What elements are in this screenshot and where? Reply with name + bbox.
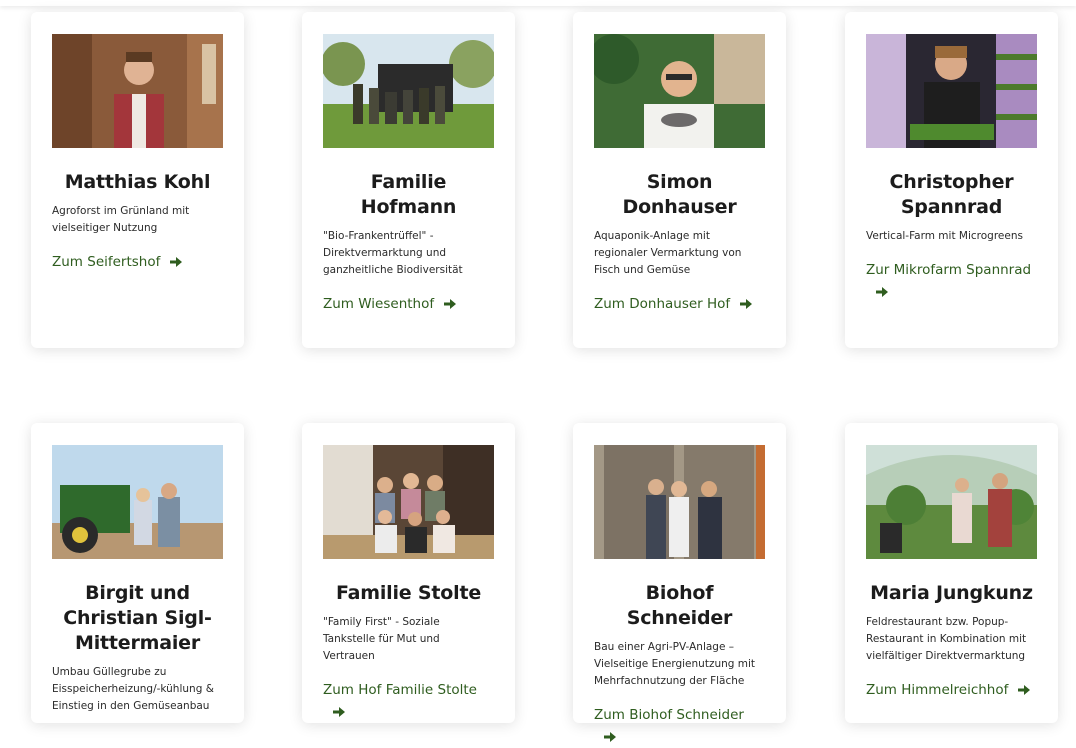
farm-link[interactable]: Zum Himmelreichhof (866, 682, 1031, 698)
farm-card-sigl-mittermaier: Birgit und Christian Sigl-Mittermaier Um… (31, 423, 244, 723)
photo-family-with-tractor (323, 34, 494, 148)
farmer-name: Birgit und Christian Sigl-Mittermaier (63, 582, 212, 654)
photo-man-in-barn (52, 34, 223, 148)
photo-greenhouse-family (866, 445, 1037, 559)
farmer-name: Christopher Spannrad (889, 171, 1014, 218)
arrow-right-icon (1018, 685, 1031, 695)
farm-card-christopher-spannrad: Christopher Spannrad Vertical-Farm mit M… (845, 12, 1058, 348)
farm-photo (323, 445, 494, 559)
farmer-name: Biohof Schneider (626, 582, 733, 629)
farm-link[interactable]: Zum Hof Familie Stolte (323, 682, 477, 720)
arrow-right-icon (604, 732, 616, 742)
photo-couple-with-tractor (52, 445, 223, 559)
photo-vertical-farm (866, 34, 1037, 148)
farm-photo (323, 34, 494, 148)
farm-card-familie-stolte: Familie Stolte "Family First" - Soziale … (302, 423, 515, 723)
farm-card-familie-hofmann: Familie Hofmann "Bio-Frankentrüffel" - D… (302, 12, 515, 348)
farm-link[interactable]: Zum Biohof Schneider (594, 707, 744, 745)
farm-description: Umbau Güllegrube zu Eisspeicherheizung/-… (52, 666, 214, 712)
farm-description: Bau einer Agri-PV-Anlage – Vielseitige E… (594, 641, 756, 687)
farm-description: Feldrestaurant bzw. Popup-Restaurant in … (866, 616, 1027, 662)
farmer-name: Familie Hofmann (360, 171, 457, 218)
farmer-name: Matthias Kohl (64, 171, 211, 193)
farm-photo (866, 445, 1037, 559)
farm-card-maria-jungkunz: Maria Jungkunz Feldrestaurant bzw. Popup… (845, 423, 1058, 723)
photo-family-at-barn-door (594, 445, 765, 559)
arrow-right-icon (876, 287, 888, 297)
farm-card-grid: Matthias Kohl Agroforst im Grünland mit … (0, 0, 1076, 742)
farm-link[interactable]: Zum Wiesenthof (323, 296, 457, 312)
farm-photo (594, 34, 765, 148)
farm-photo (866, 34, 1037, 148)
farm-link[interactable]: Zum Donhauser Hof (594, 296, 753, 312)
farm-description: Vertical-Farm mit Microgreens (866, 230, 1023, 242)
photo-man-holding-fish (594, 34, 765, 148)
farmer-name: Simon Donhauser (622, 171, 737, 218)
arrow-right-icon (740, 299, 753, 309)
farm-link[interactable]: Zur Mikrofarm Spannrad (866, 262, 1031, 300)
farmer-name: Maria Jungkunz (870, 582, 1033, 604)
farm-link[interactable]: Zum Seifertshof (52, 254, 183, 270)
farm-photo (52, 34, 223, 148)
photo-family-in-barn (323, 445, 494, 559)
farm-description: "Family First" - Soziale Tankstelle für … (323, 616, 440, 662)
farm-photo (52, 445, 223, 559)
farm-description: Aquaponik-Anlage mit regionaler Vermarkt… (594, 230, 742, 276)
farm-photo (594, 445, 765, 559)
arrow-right-icon (444, 299, 457, 309)
farm-card-biohof-schneider: Biohof Schneider Bau einer Agri-PV-Anlag… (573, 423, 786, 742)
arrow-right-icon (333, 707, 345, 717)
farmer-name: Familie Stolte (335, 582, 482, 604)
farm-description: "Bio-Frankentrüffel" - Direktvermarktung… (323, 230, 463, 276)
arrow-right-icon (170, 257, 183, 267)
farm-description: Agroforst im Grünland mit vielseitiger N… (52, 205, 190, 234)
farm-card-matthias-kohl: Matthias Kohl Agroforst im Grünland mit … (31, 12, 244, 348)
farm-card-simon-donhauser: Simon Donhauser Aquaponik-Anlage mit reg… (573, 12, 786, 348)
